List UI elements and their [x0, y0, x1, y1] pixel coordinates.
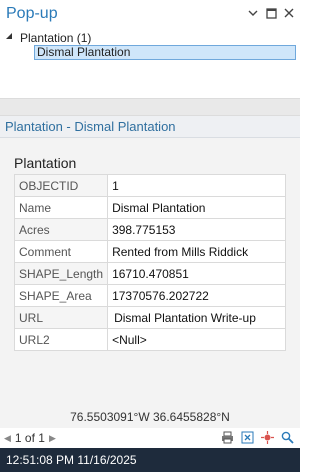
section-title: Plantation: [14, 155, 77, 171]
field-name: Comment: [13, 240, 109, 263]
chevron-down-icon[interactable]: [246, 6, 260, 20]
field-value: 398.775153: [107, 218, 286, 241]
field-value: 16710.470851: [107, 262, 286, 285]
field-name: Acres: [13, 218, 109, 241]
print-icon[interactable]: [220, 430, 234, 444]
toolbar-tools: [220, 430, 294, 444]
pane-splitter[interactable]: [0, 98, 300, 116]
feature-tree: Plantation (1) Dismal Plantation: [0, 28, 300, 98]
field-value: <Null>: [107, 328, 286, 351]
popup-body: Plantation OBJECTID 1 Name Dismal Planta…: [0, 138, 300, 430]
table-row: OBJECTID 1: [13, 174, 286, 197]
attribute-table: OBJECTID 1 Name Dismal Plantation Acres …: [13, 174, 286, 351]
field-name: Name: [13, 196, 109, 219]
tree-feature-item[interactable]: Dismal Plantation: [34, 45, 296, 60]
tree-layer-label: Plantation (1): [20, 31, 92, 45]
next-arrow-icon[interactable]: ▶: [49, 433, 56, 444]
url-link[interactable]: Dismal Plantation Write-up: [107, 306, 286, 329]
export-icon[interactable]: [240, 430, 254, 444]
zoom-to-icon[interactable]: [280, 430, 294, 444]
coordinate-readout: 76.5503091°W 36.6455828°N: [70, 410, 230, 424]
table-row: Acres 398.775153: [13, 218, 286, 241]
status-bar: 12:51:08 PM 11/16/2025: [0, 448, 300, 472]
popup-title: Plantation - Dismal Plantation: [5, 119, 176, 134]
table-row: SHAPE_Area 17370576.202722: [13, 284, 286, 307]
field-name: SHAPE_Area: [13, 284, 109, 307]
pager-text: 1 of 1: [14, 431, 45, 445]
field-value: 17370576.202722: [107, 284, 286, 307]
previous-arrow-icon[interactable]: ◀: [4, 433, 11, 444]
field-name: URL: [13, 306, 109, 329]
table-row: URL2 <Null>: [13, 328, 286, 351]
pane-title: Pop-up: [6, 5, 58, 22]
field-value: Rented from Mills Riddick: [107, 240, 286, 263]
table-row: Comment Rented from Mills Riddick: [13, 240, 286, 263]
close-icon[interactable]: [282, 6, 296, 20]
expand-caret-icon[interactable]: [6, 33, 16, 43]
window-buttons: [246, 6, 296, 20]
pager: ◀ 1 of 1 ▶: [4, 431, 56, 445]
pane-titlebar: Pop-up: [0, 0, 300, 28]
tree-layer-node[interactable]: Plantation (1): [6, 30, 91, 46]
field-value: 1: [107, 174, 286, 197]
popup-toolbar: ◀ 1 of 1 ▶: [0, 428, 300, 448]
popup-header: Plantation - Dismal Plantation: [0, 116, 300, 138]
field-value: Dismal Plantation: [107, 196, 286, 219]
table-row: SHAPE_Length 16710.470851: [13, 262, 286, 285]
table-row: URL Dismal Plantation Write-up: [13, 306, 286, 329]
field-name: OBJECTID: [13, 174, 109, 197]
field-name: URL2: [13, 328, 109, 351]
maximize-icon[interactable]: [264, 6, 278, 20]
flash-feature-icon[interactable]: [260, 430, 274, 444]
status-datetime: 12:51:08 PM 11/16/2025: [6, 453, 137, 467]
field-name: SHAPE_Length: [13, 262, 109, 285]
table-row: Name Dismal Plantation: [13, 196, 286, 219]
